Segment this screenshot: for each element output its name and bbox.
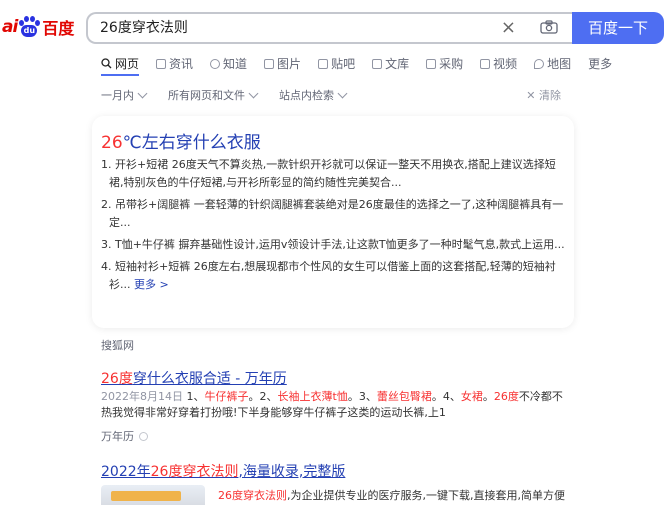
card-list: 1. 开衫+短裙 26度天气不算炎热,一款针织开衫就可以保证一整天不用换衣,搭配… bbox=[101, 156, 565, 298]
list-item-text: 4. 短袖衬衫+短裤 26度左右,想展现都市个性风的女生可以借鉴上面的这套搭配,… bbox=[101, 260, 556, 291]
list-item: 4. 短袖衬衫+短裤 26度左右,想展现都市个性风的女生可以借鉴上面的这套搭配,… bbox=[101, 258, 565, 294]
tab-news[interactable]: 资讯 bbox=[156, 55, 193, 72]
list-item: 3. T恤+牛仔裤 摒弃基础性设计,运用v领设计手法,让这款T恤更多了一种时髦气… bbox=[101, 238, 565, 251]
logo-baidu-text: 百度 bbox=[42, 19, 75, 38]
tab-label: 视频 bbox=[493, 57, 518, 71]
tab-label: 图片 bbox=[277, 57, 302, 71]
logo-ai-text: ai bbox=[2, 17, 18, 37]
list-item: 1. 开衫+短裙 26度天气不算炎热,一款针织开衫就可以保证一整天不用换衣,搭配… bbox=[101, 158, 556, 189]
search-tabs: 网页 资讯 知道 图片 贴吧 文库 采购 视频 地图 更多 bbox=[101, 55, 629, 72]
tab-tieba[interactable]: 贴吧 bbox=[318, 55, 355, 72]
baidu-logo[interactable]: ai du 百度 bbox=[2, 16, 74, 38]
clear-filters-button[interactable]: ✕ 清除 bbox=[526, 87, 561, 103]
source-label: 万年历 bbox=[101, 430, 134, 443]
tab-label: 更多 bbox=[588, 57, 613, 71]
purchase-icon bbox=[426, 58, 437, 69]
snippet-highlight: 牛仔裤子 bbox=[204, 390, 249, 403]
logo-du-text: du bbox=[21, 25, 38, 37]
filter-type[interactable]: 所有网页和文件 bbox=[168, 87, 259, 103]
title-text: ,海量收录,完整版 bbox=[238, 464, 346, 480]
document-icon bbox=[372, 58, 383, 69]
title-highlight: 26 bbox=[101, 133, 123, 153]
paw-icon: du bbox=[18, 16, 41, 38]
news-icon bbox=[156, 58, 167, 69]
title-text: ℃左右穿什么衣服 bbox=[122, 133, 261, 153]
search-input[interactable]: 26度穿衣法则 bbox=[100, 14, 188, 42]
snippet-highlight: 长袖上衣薄t恤 bbox=[277, 390, 348, 403]
card-title[interactable]: 26℃左右穿什么衣服 bbox=[101, 128, 261, 153]
tab-label: 地图 bbox=[547, 57, 572, 71]
title-highlight: 26度穿衣法则 bbox=[150, 464, 239, 480]
active-tab-indicator bbox=[101, 74, 139, 76]
chevron-down-icon bbox=[137, 88, 148, 98]
tab-video[interactable]: 视频 bbox=[480, 55, 517, 72]
question-icon bbox=[210, 58, 221, 69]
snippet-text: 。3、 bbox=[347, 390, 377, 403]
tab-zhidao[interactable]: 知道 bbox=[210, 55, 247, 72]
title-text: 穿什么衣服合适 - 万年历 bbox=[132, 371, 287, 387]
tab-more[interactable]: 更多 bbox=[588, 55, 612, 72]
clear-search-icon[interactable]: × bbox=[501, 18, 516, 38]
tab-label: 知道 bbox=[223, 57, 248, 71]
search-filters: 一月内 所有网页和文件 站点内检索 ✕ 清除 bbox=[101, 87, 561, 103]
result-snippet: 2022年8月14日 1、牛仔裤子。2、长袖上衣薄t恤。3、蕾丝包臀裙。4、女裙… bbox=[101, 389, 571, 421]
snippet-highlight: 蕾丝包臀裙 bbox=[376, 390, 432, 403]
answer-card: 26℃左右穿什么衣服 1. 开衫+短裙 26度天气不算炎热,一款针织开衫就可以保… bbox=[92, 116, 574, 328]
card-source[interactable]: 搜狐网 bbox=[101, 337, 134, 353]
title-highlight: 26度 bbox=[101, 371, 133, 387]
title-text: 2022年 bbox=[101, 464, 151, 480]
chevron-down-icon bbox=[337, 88, 348, 98]
tab-label: 采购 bbox=[439, 57, 464, 71]
result-source[interactable]: 万年历 bbox=[101, 428, 148, 444]
result-title[interactable]: 2022年26度穿衣法则,海量收录,完整版 bbox=[101, 461, 345, 481]
snippet-highlight: 26度穿衣法则 bbox=[218, 489, 287, 502]
tab-label: 文库 bbox=[385, 57, 410, 71]
filter-site[interactable]: 站点内检索 bbox=[279, 87, 348, 103]
filter-label: 一月内 bbox=[101, 89, 134, 102]
tab-label: 网页 bbox=[115, 57, 140, 71]
snippet-text: 。 bbox=[482, 390, 494, 403]
result-thumbnail[interactable] bbox=[101, 485, 205, 505]
close-icon: ✕ bbox=[526, 89, 539, 102]
image-icon bbox=[264, 58, 275, 69]
tab-label: 贴吧 bbox=[331, 57, 356, 71]
tieba-icon bbox=[318, 58, 329, 69]
tab-purchase[interactable]: 采购 bbox=[426, 55, 463, 72]
tab-web[interactable]: 网页 bbox=[101, 55, 139, 72]
search-button[interactable]: 百度一下 bbox=[572, 12, 664, 44]
map-icon bbox=[534, 58, 545, 69]
clear-label: 清除 bbox=[539, 89, 561, 102]
tab-map[interactable]: 地图 bbox=[534, 55, 571, 72]
filter-time[interactable]: 一月内 bbox=[101, 87, 148, 103]
filter-label: 站点内检索 bbox=[279, 89, 334, 102]
tab-wenku[interactable]: 文库 bbox=[372, 55, 409, 72]
snippet-highlight: 26度 bbox=[493, 390, 519, 403]
tab-images[interactable]: 图片 bbox=[264, 55, 301, 72]
search-icon bbox=[101, 58, 112, 69]
snippet-text: 。4、 bbox=[431, 390, 461, 403]
chevron-down-icon bbox=[248, 88, 259, 98]
filter-label: 所有网页和文件 bbox=[168, 89, 245, 102]
search-box[interactable]: 26度穿衣法则 × bbox=[86, 12, 572, 44]
header: ai du 百度 26度穿衣法则 × 百度一下 bbox=[0, 0, 670, 46]
list-item: 2. 吊带衫+阔腿裤 一套轻薄的针织阔腿裤套装绝对是26度最佳的选择之一了,这种… bbox=[101, 198, 564, 229]
snippet-text: ,为企业提供专业的医疗服务,一键下载,直接套用,简单方便 bbox=[287, 489, 565, 502]
video-icon bbox=[480, 58, 491, 69]
result-title[interactable]: 26度穿什么衣服合适 - 万年历 bbox=[101, 368, 287, 388]
result-date: 2022年8月14日 bbox=[101, 390, 183, 403]
tab-label: 资讯 bbox=[169, 57, 194, 71]
camera-icon[interactable] bbox=[540, 20, 558, 34]
more-link[interactable]: 更多 > bbox=[134, 278, 169, 291]
snippet-highlight: 女裙 bbox=[460, 390, 483, 403]
info-icon bbox=[139, 431, 148, 441]
snippet-text: 1、 bbox=[186, 390, 205, 403]
snippet-text: 。2、 bbox=[248, 390, 278, 403]
